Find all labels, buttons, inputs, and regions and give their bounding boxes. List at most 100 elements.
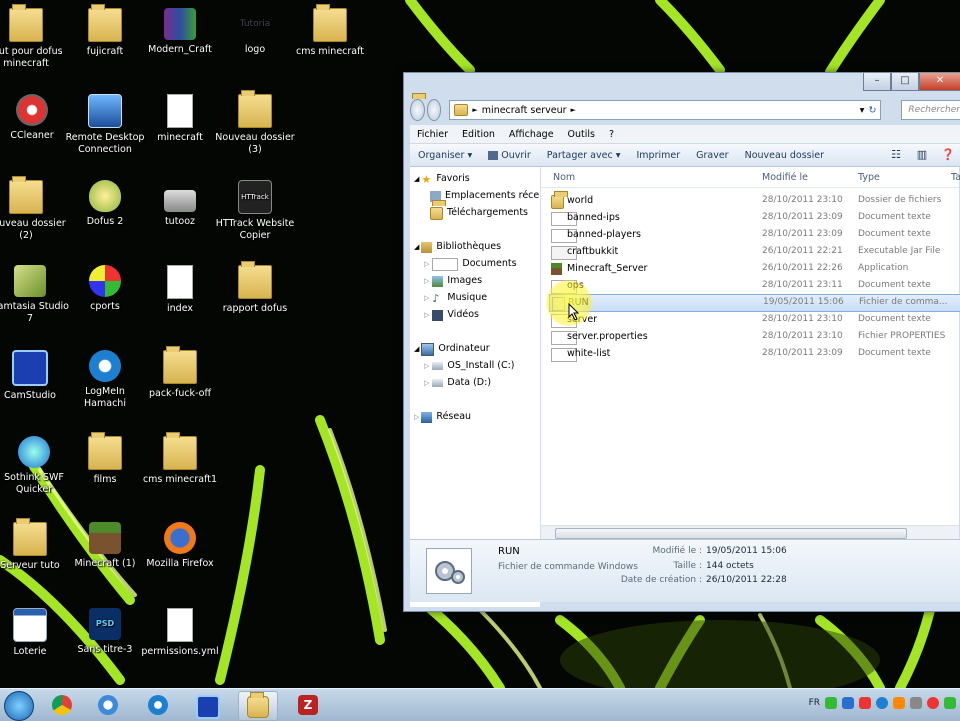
taskbar-skype-messenger[interactable] [90,691,128,719]
tray-shield-icon[interactable] [825,697,837,709]
file-row-server[interactable]: server 28/10/2011 23:10 Document texte [549,312,959,328]
tray-network-icon[interactable] [842,697,854,709]
desktop-icon-remote-desktop[interactable]: Remote Desktop Connection [65,94,145,156]
taskbar-camstudio[interactable] [188,691,226,719]
nav-drive-d[interactable]: ▷ Data (D:) [424,375,491,391]
view-options-icon[interactable]: ☷ [887,148,905,162]
burn-button[interactable]: Graver [688,150,736,161]
menu-help[interactable]: ? [602,129,621,140]
address-field[interactable]: ► minecraft serveur ► ▾ ↻ [449,100,882,120]
taskbar-filezilla[interactable]: Z [290,691,328,719]
drive-icon [432,379,444,387]
search-input[interactable]: Rechercher ... [901,100,960,133]
tray-app-icon[interactable] [893,697,905,709]
desktop-icon-ccleaner[interactable]: CCleaner [0,94,72,142]
desktop-icon-minecraft-1[interactable]: Minecraft (1) [65,522,145,570]
column-type[interactable]: Type [858,172,880,183]
desktop-icon-sans-titre-3[interactable]: PSD Sans titre-3 [65,608,145,656]
file-row-server-properties[interactable]: server.properties 28/10/2011 23:10 Fichi… [549,329,959,345]
desktop-icon-rapport-dofus[interactable]: rapport dofus [215,261,295,315]
open-button[interactable]: Ouvrir [480,150,539,161]
nav-downloads[interactable]: Téléchargements [430,205,528,221]
horizontal-scrollbar[interactable] [541,525,959,540]
menu-edition[interactable]: Edition [455,129,502,140]
tray-app-icon[interactable] [859,697,871,709]
desktop-icon-films[interactable]: films [65,432,145,486]
desktop-icon-nouveau-dossier-3[interactable]: Nouveau dossier (3) [215,90,295,156]
menu-outils[interactable]: Outils [561,129,602,140]
file-row-world[interactable]: world 28/10/2011 23:10 Dossier de fichie… [549,191,959,209]
close-button[interactable]: ✕ [919,73,960,91]
back-button[interactable] [410,99,425,121]
nav-music[interactable]: ▷ ♪ Musique [424,290,487,306]
desktop-icon-cms-minecraft1[interactable]: cms minecraft1 [140,432,220,486]
desktop-icon-loterie[interactable]: Loterie [0,608,70,658]
maximize-button[interactable]: □ [891,73,919,91]
desktop-icon-cports[interactable]: cports [65,265,145,313]
menu-affichage[interactable]: Affichage [502,129,561,140]
scrollbar-thumb[interactable] [555,528,907,539]
tray-volume-icon[interactable] [910,697,922,709]
nav-drive-c[interactable]: ▷ OS_Install (C:) [424,358,515,374]
nav-libraries[interactable]: ◢ Bibliothèques [414,239,501,255]
help-icon[interactable]: ❓ [939,148,957,162]
start-button[interactable] [4,691,34,721]
desktop-icon-camtasia[interactable]: Camtasia Studio 7 [0,265,70,325]
desktop-icon-permissions[interactable]: permissions.yml [140,608,220,658]
details-modified-label: Modifié le : [652,546,702,556]
desktop-icon-nouveau-dossier-2[interactable]: Nouveau dossier (2) [0,176,66,242]
column-modified[interactable]: Modifié le [762,172,808,183]
desktop-icon-modern-craft[interactable]: Modern_Craft [140,8,220,56]
file-row-craftbukkit[interactable]: craftbukkit 26/10/2011 22:21 Executable … [549,244,959,260]
taskbar-explorer[interactable] [238,691,278,721]
file-row-run[interactable]: RUN 19/05/2011 15:06 Fichier de comma... [549,294,960,312]
nav-computer[interactable]: ◢ Ordinateur [414,341,490,357]
desktop-icon-httrack[interactable]: HTTrack HTTrack Website Copier [215,180,295,242]
desktop-icon-sothink[interactable]: Sothink SWF Quicker [0,436,74,496]
file-row-minecraft-server[interactable]: Minecraft_Server 26/10/2011 22:26 Applic… [549,261,959,277]
desktop-icon-label: LogMeIn Hamachi [84,386,126,409]
taskbar-hamachi[interactable] [140,691,178,719]
nav-recent-places[interactable]: Emplacements récen [430,188,540,204]
forward-button[interactable] [426,99,442,121]
desktop-icon-tout-pour-dofus[interactable]: tout pour dofus minecraft [0,4,66,70]
desktop-icon-dofus-2[interactable]: Dofus 2 [65,180,145,228]
desktop-icon-serveur-tuto[interactable]: Serveur tuto [0,518,70,572]
print-button[interactable]: Imprimer [628,150,688,161]
taskbar-chrome[interactable] [44,691,82,719]
file-row-white-list[interactable]: white-list 28/10/2011 23:09 Document tex… [549,346,959,362]
desktop-icon-logo[interactable]: Tutoria logo [215,8,295,56]
breadcrumb[interactable]: minecraft serveur [482,105,567,116]
tray-app-icon[interactable] [944,697,956,709]
chevron-down-icon[interactable]: ▾ [860,105,865,116]
nav-network[interactable]: ▷ Réseau [414,409,471,425]
nav-videos[interactable]: ▷ Vidéos [424,307,479,323]
nav-images[interactable]: ▷ Images [424,273,482,289]
desktop-icon-cms-minecraft[interactable]: cms minecraft [290,4,370,58]
share-button[interactable]: Partager avec ▾ [539,150,629,161]
minimize-button[interactable]: – [863,73,891,91]
refresh-icon[interactable]: ↻ [868,105,876,116]
nav-documents[interactable]: ▷ Documents [424,256,517,272]
preview-pane-icon[interactable]: ▥ [913,148,931,162]
network-icon [421,411,433,423]
language-indicator[interactable]: FR [809,698,820,708]
desktop-icon-hamachi[interactable]: LogMeIn Hamachi [65,350,145,410]
tray-hamachi-icon[interactable] [876,697,888,709]
desktop-icon-camstudio[interactable]: CamStudio [0,350,70,402]
desktop-icon-minecraft-doc[interactable]: minecraft [140,94,220,144]
desktop-icon-index[interactable]: index [140,265,220,315]
desktop-icon-firefox[interactable]: Mozilla Firefox [140,522,220,570]
file-row-ops[interactable]: ops 28/10/2011 23:11 Document texte [549,278,959,294]
tray-app-icon[interactable] [927,697,939,709]
desktop-icon-tutooz[interactable]: tutooz [140,180,220,228]
file-row-banned-ips[interactable]: banned-ips 28/10/2011 23:09 Document tex… [549,210,959,226]
new-folder-button[interactable]: Nouveau dossier [737,150,832,161]
desktop-icon-fujicraft[interactable]: fujicraft [65,4,145,58]
organize-button[interactable]: Organiser ▾ [410,150,480,161]
column-name[interactable]: Nom [553,172,575,183]
menu-fichier[interactable]: Fichier [410,129,455,140]
file-row-banned-players[interactable]: banned-players 28/10/2011 23:09 Document… [549,227,959,243]
desktop-icon-pack[interactable]: pack-fuck-off [140,346,220,400]
nav-favorites[interactable]: ◢ ★ Favoris [414,171,470,187]
